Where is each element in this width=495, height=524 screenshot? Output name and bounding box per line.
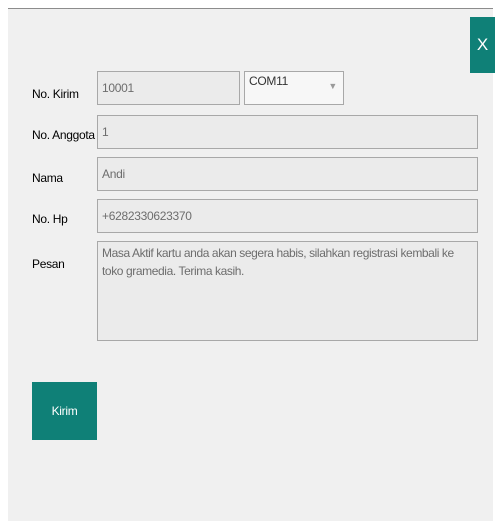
no-hp-label: No. Hp: [32, 212, 68, 226]
nama-field[interactable]: Andi: [97, 157, 478, 191]
chevron-down-icon[interactable]: ▼: [328, 81, 337, 91]
nama-label: Nama: [32, 171, 63, 185]
no-kirim-field[interactable]: 10001: [97, 71, 240, 105]
no-anggota-label: No. Anggota: [32, 128, 95, 142]
no-anggota-field[interactable]: 1: [97, 115, 478, 149]
kirim-button[interactable]: Kirim: [32, 382, 97, 440]
no-kirim-label: No. Kirim: [32, 87, 79, 101]
port-select[interactable]: COM11 ▼: [244, 71, 344, 105]
no-hp-field[interactable]: +6282330623370: [97, 199, 478, 233]
sms-form-window: X No. Kirim 10001 COM11 ▼ No. Anggota 1 …: [8, 8, 495, 521]
pesan-label: Pesan: [32, 257, 65, 271]
port-select-value: COM11: [249, 74, 288, 88]
close-button[interactable]: X: [470, 17, 495, 73]
pesan-textarea[interactable]: Masa Aktif kartu anda akan segera habis,…: [97, 241, 478, 341]
